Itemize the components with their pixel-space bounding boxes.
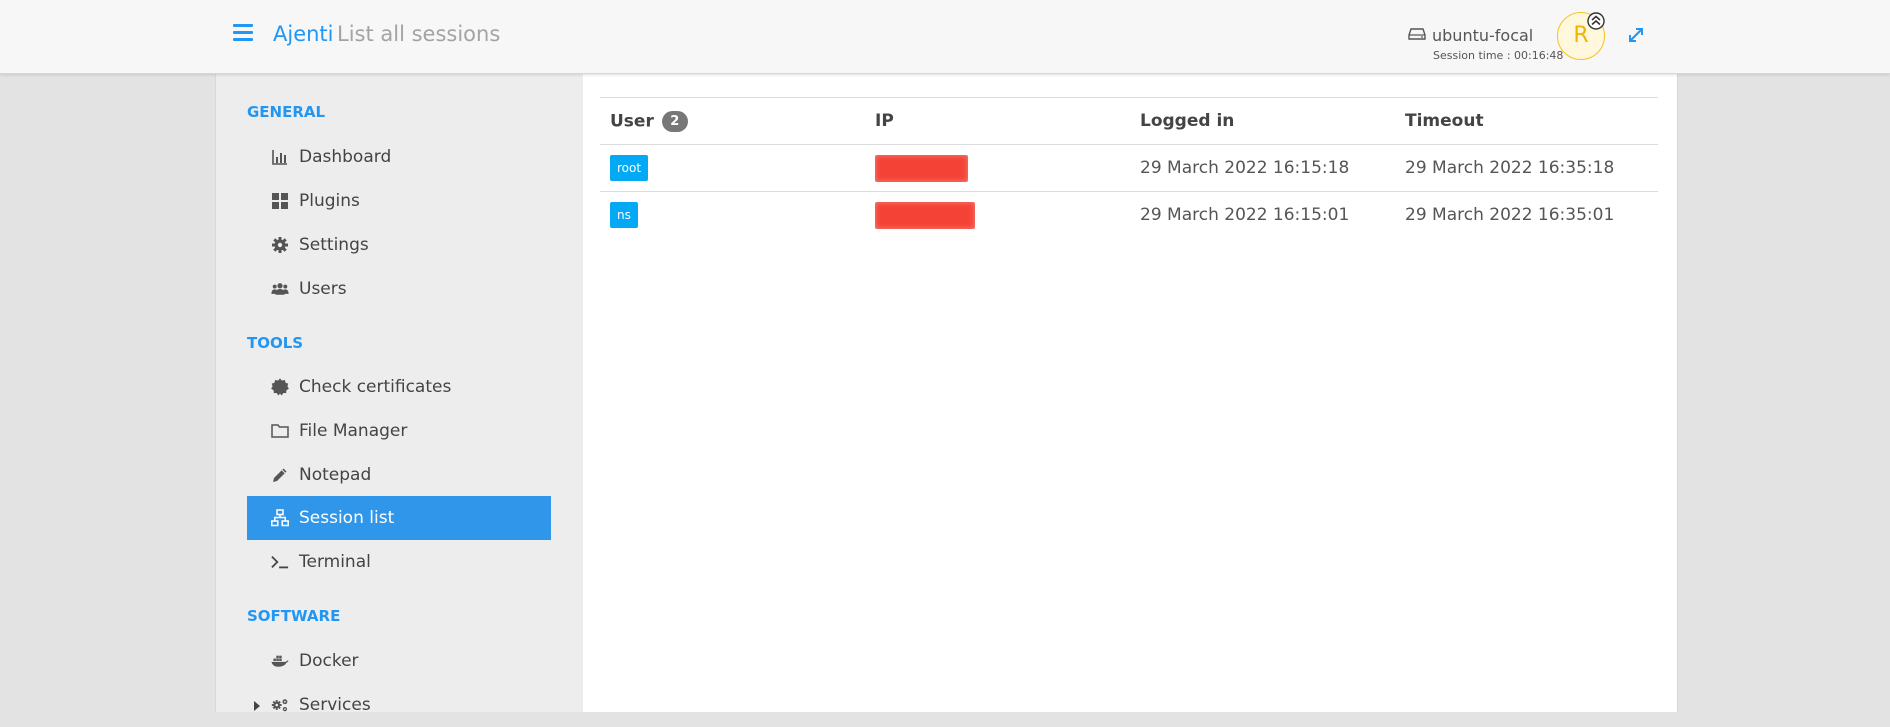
- sidebar-item-dashboard[interactable]: Dashboard: [247, 135, 551, 179]
- sidebar-item-file-manager[interactable]: File Manager: [247, 409, 551, 453]
- host-name: ubuntu-focal: [1432, 26, 1534, 45]
- section-title-tools: TOOLS: [247, 334, 304, 352]
- double-chevron-up-icon[interactable]: [1587, 12, 1605, 30]
- sidebar-item-check-certificates[interactable]: Check certificates: [247, 365, 551, 409]
- sidebar-item-docker[interactable]: Docker: [247, 639, 551, 683]
- sidebar-item-terminal[interactable]: Terminal: [247, 540, 551, 584]
- docker-icon: [271, 655, 289, 667]
- folder-icon: [271, 424, 289, 438]
- user-tag[interactable]: root: [610, 155, 649, 181]
- bar-chart-icon: [272, 150, 287, 165]
- sidebar-item-label: Session list: [299, 508, 395, 528]
- grid-icon: [272, 193, 288, 209]
- top-header: Ajenti List all sessions ubuntu-focal Se…: [0, 0, 1890, 74]
- content-right-border: [1677, 73, 1678, 712]
- redacted-ip: [875, 154, 968, 182]
- session-time: Session time : 00:16:48: [1433, 49, 1564, 62]
- sidebar-item-label: File Manager: [299, 421, 408, 441]
- timeout-cell: 29 March 2022 16:35:01: [1405, 205, 1615, 225]
- table-row: ns 29 March 2022 16:15:01 29 March 2022 …: [600, 192, 1658, 239]
- sidebar-item-services[interactable]: Services: [247, 683, 551, 727]
- sidebar-item-label: Terminal: [299, 552, 371, 572]
- sessions-table: User 2 IP Logged in Timeout root 29 Marc…: [600, 97, 1658, 238]
- sidebar-item-settings[interactable]: Settings: [247, 223, 551, 267]
- table-header-row: User 2 IP Logged in Timeout: [600, 97, 1658, 145]
- terminal-icon: [271, 555, 289, 569]
- timeout-cell: 29 March 2022 16:35:18: [1395, 144, 1658, 192]
- sidebar-item-label: Check certificates: [299, 377, 452, 397]
- table-row: root 29 March 2022 16:15:18 29 March 202…: [600, 144, 1658, 192]
- gear-icon: [272, 237, 288, 253]
- expand-arrows-icon[interactable]: [1627, 26, 1645, 44]
- sidebar-item-label: Plugins: [299, 191, 360, 211]
- main-content: User 2 IP Logged in Timeout root 29 Marc…: [583, 73, 1677, 712]
- user-tag[interactable]: ns: [610, 202, 638, 228]
- column-header-label: User: [610, 111, 654, 131]
- ip-cell: [865, 144, 1130, 192]
- sidebar-item-label: Dashboard: [299, 147, 392, 167]
- sidebar-item-users[interactable]: Users: [247, 267, 551, 311]
- logged-in-cell: 29 March 2022 16:15:18: [1130, 144, 1395, 192]
- user-count-badge: 2: [661, 110, 688, 132]
- sidebar-item-label: Settings: [299, 235, 369, 255]
- hamburger-menu-icon[interactable]: [233, 24, 253, 44]
- page-title: List all sessions: [337, 22, 501, 46]
- gears-icon: [271, 699, 288, 712]
- ip-cell: [865, 192, 1130, 239]
- redacted-ip: [875, 201, 975, 229]
- column-header-logged-in[interactable]: Logged in: [1130, 97, 1395, 145]
- section-title-software: SOFTWARE: [247, 607, 341, 625]
- column-header-timeout[interactable]: Timeout: [1395, 97, 1658, 145]
- column-header-user[interactable]: User 2: [600, 97, 865, 145]
- user-cell: root: [600, 144, 865, 192]
- hard-drive-icon: [1408, 28, 1426, 40]
- pencil-icon: [273, 468, 287, 482]
- section-title-general: GENERAL: [247, 103, 326, 121]
- sidebar-item-label: Docker: [299, 651, 359, 671]
- sitemap-icon: [271, 509, 289, 527]
- sidebar-item-label: Services: [299, 695, 371, 715]
- certificate-icon: [271, 378, 289, 396]
- sidebar-item-plugins[interactable]: Plugins: [247, 179, 551, 223]
- brand-name[interactable]: Ajenti: [273, 22, 334, 46]
- logged-in-cell: 29 March 2022 16:15:01: [1140, 205, 1350, 225]
- column-header-ip[interactable]: IP: [865, 97, 1130, 145]
- sidebar-item-label: Users: [299, 279, 347, 299]
- users-icon: [271, 283, 289, 295]
- sidebar-item-notepad[interactable]: Notepad: [247, 453, 551, 497]
- sidebar: GENERAL Dashboard Plugins Settings Users…: [215, 73, 584, 715]
- user-cell: ns: [600, 192, 865, 239]
- sidebar-item-label: Notepad: [299, 465, 372, 485]
- sidebar-item-session-list[interactable]: Session list: [247, 496, 551, 540]
